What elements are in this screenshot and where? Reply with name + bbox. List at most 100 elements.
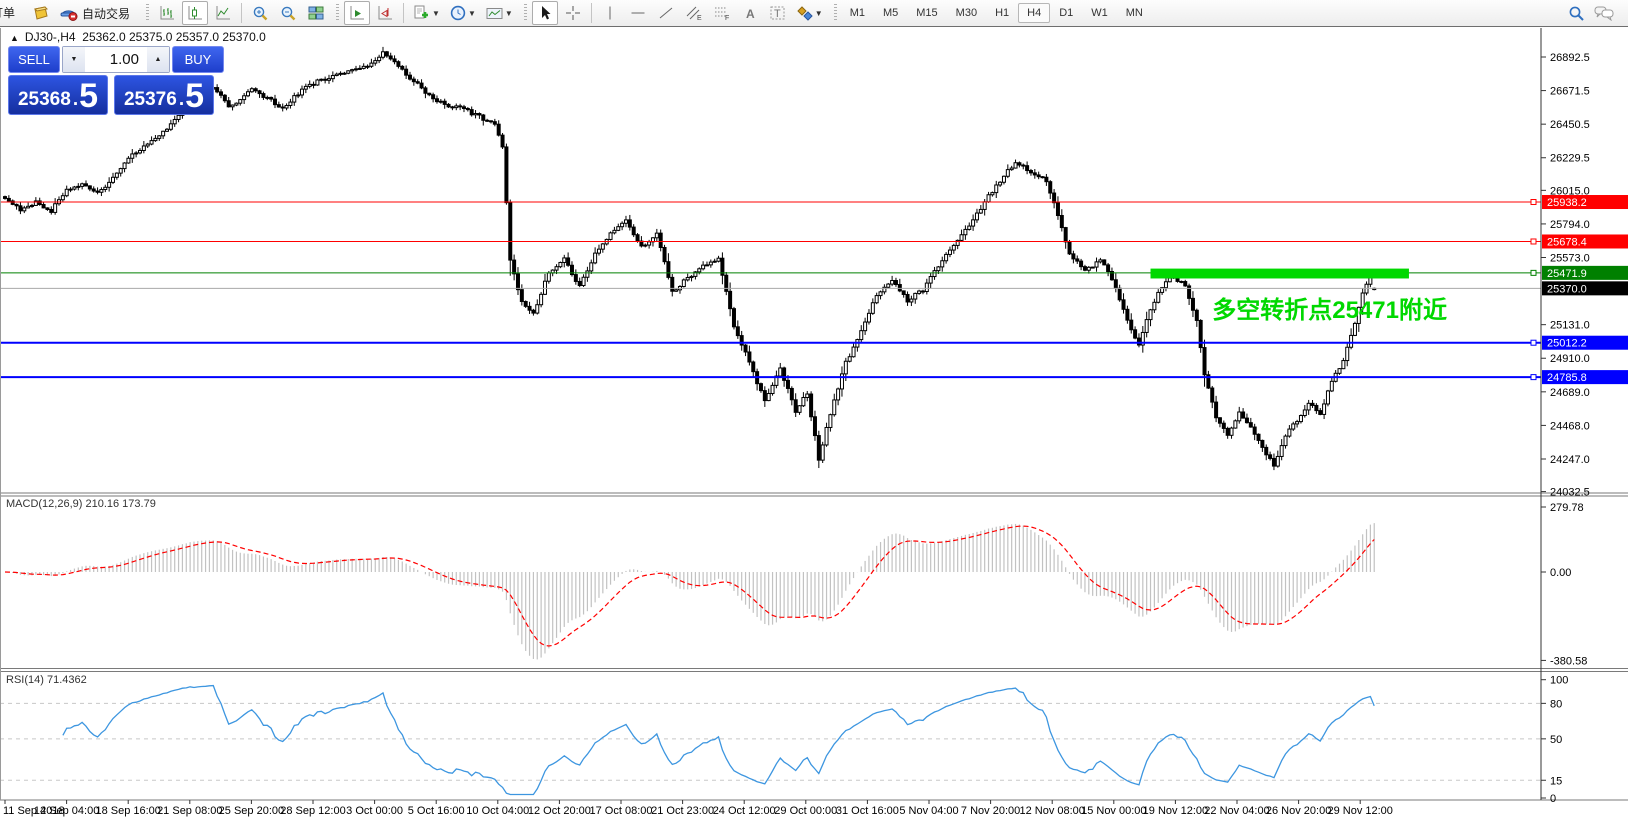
tile-windows-icon (308, 5, 324, 21)
mt4-terminal: 多空转折点25471附近26892.526671.526450.526229.5… (0, 0, 1628, 820)
volume-decrease-button[interactable]: ▼ (63, 47, 85, 72)
volume-input[interactable]: 1.00 (85, 47, 147, 72)
chat-icon (1594, 5, 1614, 21)
zoom-in-button[interactable] (247, 1, 273, 25)
toolbar-grip[interactable] (834, 4, 837, 22)
timeframe-M30[interactable]: M30 (947, 3, 986, 23)
svg-text:5 Nov 04:00: 5 Nov 04:00 (899, 805, 958, 817)
svg-text:5 Oct 16:00: 5 Oct 16:00 (408, 805, 465, 817)
sell-button[interactable]: SELL (8, 46, 60, 73)
line-handle[interactable] (1531, 200, 1536, 205)
line-handle[interactable] (1531, 239, 1536, 244)
order-button[interactable]: 订单 (0, 4, 26, 22)
svg-text:24689.0: 24689.0 (1550, 387, 1590, 399)
text-label-icon: T (769, 5, 786, 21)
zoom-out-button[interactable] (275, 1, 301, 25)
candlestick-chart-icon (187, 5, 203, 21)
timeframe-M15[interactable]: M15 (907, 3, 946, 23)
timeframe-bar: M1M5M15M30H1H4D1W1MN (841, 3, 1152, 23)
auto-trading-icon (60, 5, 78, 21)
timeframe-D1[interactable]: D1 (1050, 3, 1082, 23)
line-handle[interactable] (1531, 270, 1536, 275)
periods-clock-icon (450, 5, 466, 21)
timeframe-MN[interactable]: MN (1117, 3, 1152, 23)
svg-text:17 Oct 08:00: 17 Oct 08:00 (590, 805, 653, 817)
volume-increase-button[interactable]: ▲ (147, 47, 169, 72)
ohlc-values: 25362.0 25375.0 25357.0 25370.0 (82, 30, 266, 44)
supply-zone-rect[interactable] (1151, 269, 1409, 279)
auto-trading-label: 自动交易 (82, 5, 130, 22)
timeframe-H4[interactable]: H4 (1018, 3, 1050, 23)
periods-button[interactable]: ▼ (446, 1, 480, 25)
journal-icon (32, 6, 49, 21)
journal-icon[interactable] (27, 1, 53, 25)
svg-text:28 Sep 12:00: 28 Sep 12:00 (280, 805, 345, 817)
chart-canvas[interactable]: 多空转折点25471附近26892.526671.526450.526229.5… (0, 0, 1628, 820)
vertical-line-icon (603, 5, 617, 21)
indicators-icon (413, 5, 430, 21)
indicators-button[interactable]: ▼ (409, 1, 444, 25)
search-button[interactable] (1563, 1, 1589, 25)
chart-annotation-text[interactable]: 多空转折点25471附近 (1212, 296, 1447, 324)
timeframe-W1[interactable]: W1 (1082, 3, 1117, 23)
buy-price-box[interactable]: 25376.5 (114, 75, 214, 115)
svg-text:26229.5: 26229.5 (1550, 153, 1590, 165)
svg-text:279.78: 279.78 (1550, 502, 1584, 514)
timeframe-M1[interactable]: M1 (841, 3, 874, 23)
toolbar-grip[interactable] (146, 4, 149, 22)
toolbar-grip[interactable] (524, 4, 527, 22)
tile-windows-button[interactable] (303, 1, 329, 25)
svg-text:25938.2: 25938.2 (1547, 197, 1587, 209)
svg-text:-380.58: -380.58 (1550, 655, 1587, 667)
svg-text:15: 15 (1550, 775, 1562, 787)
svg-text:25573.0: 25573.0 (1550, 253, 1590, 265)
line-chart-button[interactable] (210, 1, 236, 25)
equidistant-channel-button[interactable]: E (681, 1, 707, 25)
trendline-button[interactable] (653, 1, 679, 25)
svg-text:21 Sep 08:00: 21 Sep 08:00 (157, 805, 222, 817)
timeframe-H1[interactable]: H1 (986, 3, 1018, 23)
macd-label: MACD(12,26,9) 210.16 173.79 (6, 498, 156, 510)
chart-shift-button[interactable] (372, 1, 398, 25)
text-label-button[interactable]: T (765, 1, 791, 25)
auto-scroll-button[interactable] (344, 1, 370, 25)
svg-text:7 Nov 20:00: 7 Nov 20:00 (961, 805, 1020, 817)
svg-text:24785.8: 24785.8 (1547, 372, 1587, 384)
chat-button[interactable] (1591, 1, 1617, 25)
svg-text:25131.0: 25131.0 (1550, 320, 1590, 332)
rsi-label: RSI(14) 71.4362 (6, 674, 87, 686)
auto-trading-button[interactable]: 自动交易 (55, 1, 139, 25)
candlestick-chart-button[interactable] (182, 1, 208, 25)
svg-text:15 Nov 00:00: 15 Nov 00:00 (1081, 805, 1146, 817)
templates-icon (486, 6, 503, 21)
svg-text:F: F (725, 15, 729, 21)
sell-price: 25368 (18, 90, 71, 109)
svg-text:26 Nov 20:00: 26 Nov 20:00 (1266, 805, 1331, 817)
line-handle[interactable] (1531, 375, 1536, 380)
text-button[interactable]: A (737, 1, 763, 25)
horizontal-line-button[interactable] (625, 1, 651, 25)
arrows-button[interactable]: ▼ (793, 1, 827, 25)
collapse-arrow-icon[interactable]: ▲ (10, 33, 19, 43)
templates-button[interactable]: ▼ (482, 1, 517, 25)
bar-chart-icon (159, 5, 175, 21)
toolbar-grip[interactable] (336, 4, 339, 22)
svg-text:26671.5: 26671.5 (1550, 86, 1590, 98)
svg-text:24 Oct 12:00: 24 Oct 12:00 (713, 805, 776, 817)
buy-button[interactable]: BUY (172, 46, 224, 73)
svg-text:80: 80 (1550, 698, 1562, 710)
sell-price-box[interactable]: 25368.5 (8, 75, 108, 115)
cursor-button[interactable] (532, 1, 558, 25)
vertical-line-button[interactable] (597, 1, 623, 25)
svg-text:29 Oct 00:00: 29 Oct 00:00 (774, 805, 837, 817)
svg-text:12 Oct 20:00: 12 Oct 20:00 (528, 805, 591, 817)
svg-text:50: 50 (1550, 734, 1562, 746)
fibonacci-button[interactable]: F (709, 1, 735, 25)
line-handle[interactable] (1531, 340, 1536, 345)
crosshair-button[interactable] (560, 1, 586, 25)
svg-text:14 Sep 04:00: 14 Sep 04:00 (34, 805, 99, 817)
horizontal-line-icon (630, 6, 646, 20)
sell-price-pip: 5 (79, 83, 98, 111)
timeframe-M5[interactable]: M5 (874, 3, 907, 23)
bar-chart-button[interactable] (154, 1, 180, 25)
